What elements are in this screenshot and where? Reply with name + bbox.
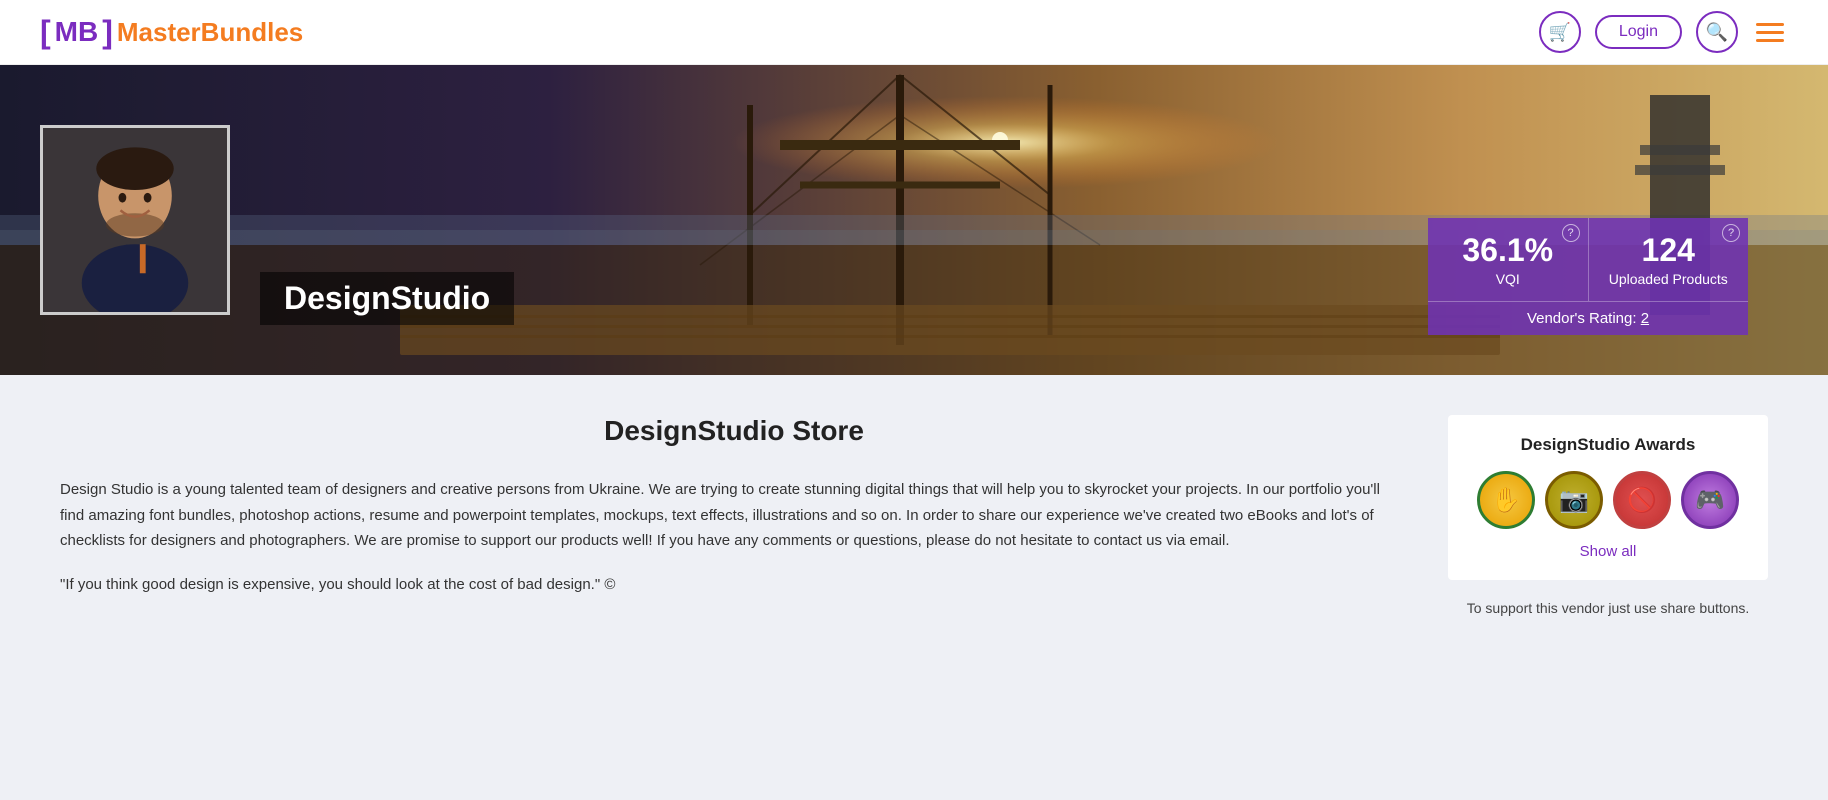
- vqi-stat-cell: 36.1% VQI ?: [1428, 218, 1588, 301]
- vqi-help-icon[interactable]: ?: [1562, 224, 1580, 242]
- logo-bracket-open: [: [40, 14, 51, 51]
- award-icon-3: 🚫: [1627, 486, 1657, 515]
- uploaded-stat-cell: 124 Uploaded Products ?: [1588, 218, 1749, 301]
- store-title: DesignStudio Store: [60, 415, 1408, 447]
- main-content: DesignStudio Store Design Studio is a yo…: [0, 375, 1828, 656]
- vqi-label: VQI: [1448, 271, 1568, 287]
- logo-mb: MB: [55, 16, 99, 48]
- menu-line-2: [1756, 31, 1784, 34]
- rating-label: Vendor's Rating:: [1527, 310, 1637, 327]
- logo-brand-name: MasterBundles: [117, 17, 303, 48]
- uploaded-help-icon[interactable]: ?: [1722, 224, 1740, 242]
- awards-icons: ✋ 📷 🚫 🎮: [1468, 471, 1748, 529]
- award-icon-1: ✋: [1491, 486, 1521, 515]
- vendor-avatar: [40, 125, 230, 315]
- store-description: Design Studio is a young talented team o…: [60, 477, 1408, 554]
- stats-row: 36.1% VQI ? 124 Uploaded Products ?: [1428, 218, 1748, 301]
- award-icon-4: 🎮: [1695, 486, 1725, 515]
- award-badge-3: 🚫: [1613, 471, 1671, 529]
- rating-value-link[interactable]: 2: [1641, 310, 1649, 327]
- rating-row: Vendor's Rating: 2: [1428, 301, 1748, 335]
- support-text: To support this vendor just use share bu…: [1448, 600, 1768, 616]
- avatar-image: [43, 128, 227, 312]
- awards-card: DesignStudio Awards ✋ 📷 🚫 🎮 Show all: [1448, 415, 1768, 580]
- logo-bracket-close: ]: [102, 14, 113, 51]
- stats-box: 36.1% VQI ? 124 Uploaded Products ? Vend…: [1428, 218, 1748, 335]
- award-badge-1: ✋: [1477, 471, 1535, 529]
- store-quote: "If you think good design is expensive, …: [60, 576, 1408, 593]
- awards-title: DesignStudio Awards: [1468, 435, 1748, 455]
- right-sidebar: DesignStudio Awards ✋ 📷 🚫 🎮 Show all To …: [1448, 415, 1768, 616]
- vendor-name-label: DesignStudio: [284, 280, 490, 316]
- show-all-link[interactable]: Show all: [1468, 543, 1748, 560]
- menu-line-3: [1756, 39, 1784, 42]
- award-icon-2: 📷: [1559, 486, 1589, 515]
- logo: [ MB ] MasterBundles: [40, 14, 303, 51]
- cart-icon: 🛒: [1549, 22, 1571, 43]
- menu-line-1: [1756, 23, 1784, 26]
- uploaded-label: Uploaded Products: [1609, 271, 1729, 287]
- left-content: DesignStudio Store Design Studio is a yo…: [60, 415, 1408, 616]
- vqi-value: 36.1%: [1448, 232, 1568, 269]
- award-badge-4: 🎮: [1681, 471, 1739, 529]
- menu-button[interactable]: [1752, 19, 1788, 46]
- vendor-name-box: DesignStudio: [260, 272, 514, 325]
- site-header: [ MB ] MasterBundles 🛒 Login 🔍: [0, 0, 1828, 65]
- search-button[interactable]: 🔍: [1696, 11, 1738, 53]
- cart-button[interactable]: 🛒: [1539, 11, 1581, 53]
- uploaded-value: 124: [1609, 232, 1729, 269]
- search-icon: 🔍: [1706, 22, 1728, 43]
- login-button[interactable]: Login: [1595, 15, 1682, 49]
- hero-banner: DesignStudio 36.1% VQI ? 124 Uploaded Pr…: [0, 65, 1828, 375]
- award-badge-2: 📷: [1545, 471, 1603, 529]
- header-nav: 🛒 Login 🔍: [1539, 11, 1788, 53]
